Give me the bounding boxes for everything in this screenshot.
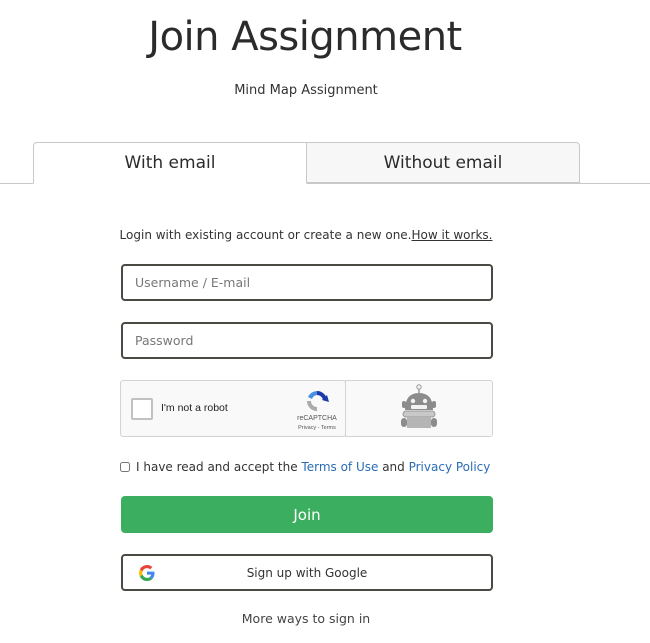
tab-label: With email bbox=[124, 153, 216, 173]
password-input[interactable] bbox=[121, 322, 493, 359]
terms-agreement: I have read and accept the Terms of Use … bbox=[120, 460, 490, 474]
terms-checkbox[interactable] bbox=[120, 462, 130, 472]
login-info: Login with existing account or create a … bbox=[0, 228, 612, 242]
tab-without-email[interactable]: Without email bbox=[306, 142, 580, 183]
recaptcha-checkbox[interactable] bbox=[131, 398, 153, 420]
info-text: Login with existing account or create a … bbox=[119, 228, 412, 242]
username-input[interactable] bbox=[121, 264, 493, 301]
robot-panel bbox=[345, 380, 493, 437]
recaptcha-logo-icon bbox=[307, 390, 329, 411]
terms-of-use-link[interactable]: Terms of Use bbox=[301, 460, 378, 474]
tab-with-email[interactable]: With email bbox=[33, 142, 307, 184]
more-ways-link[interactable]: More ways to sign in bbox=[0, 611, 612, 626]
recaptcha-label: I'm not a robot bbox=[161, 402, 228, 414]
recaptcha-widget: I'm not a robot reCAPTCHA Privacy - Term… bbox=[120, 380, 346, 437]
privacy-policy-link[interactable]: Privacy Policy bbox=[409, 460, 491, 474]
page-title: Join Assignment bbox=[148, 14, 462, 60]
recaptcha-brand: reCAPTCHA bbox=[297, 415, 337, 422]
recaptcha-terms[interactable]: Privacy - Terms bbox=[289, 425, 345, 431]
assignment-name: Mind Map Assignment bbox=[234, 83, 378, 98]
robot-icon bbox=[401, 384, 437, 428]
terms-middle: and bbox=[378, 460, 409, 474]
terms-prefix: I have read and accept the bbox=[136, 460, 302, 474]
join-button[interactable]: Join bbox=[121, 496, 493, 533]
google-signup-button[interactable]: Sign up with Google bbox=[121, 554, 493, 591]
tab-label: Without email bbox=[383, 152, 503, 173]
google-button-label: Sign up with Google bbox=[246, 565, 368, 580]
how-it-works-link[interactable]: How it works. bbox=[412, 228, 493, 242]
google-icon bbox=[139, 565, 155, 581]
